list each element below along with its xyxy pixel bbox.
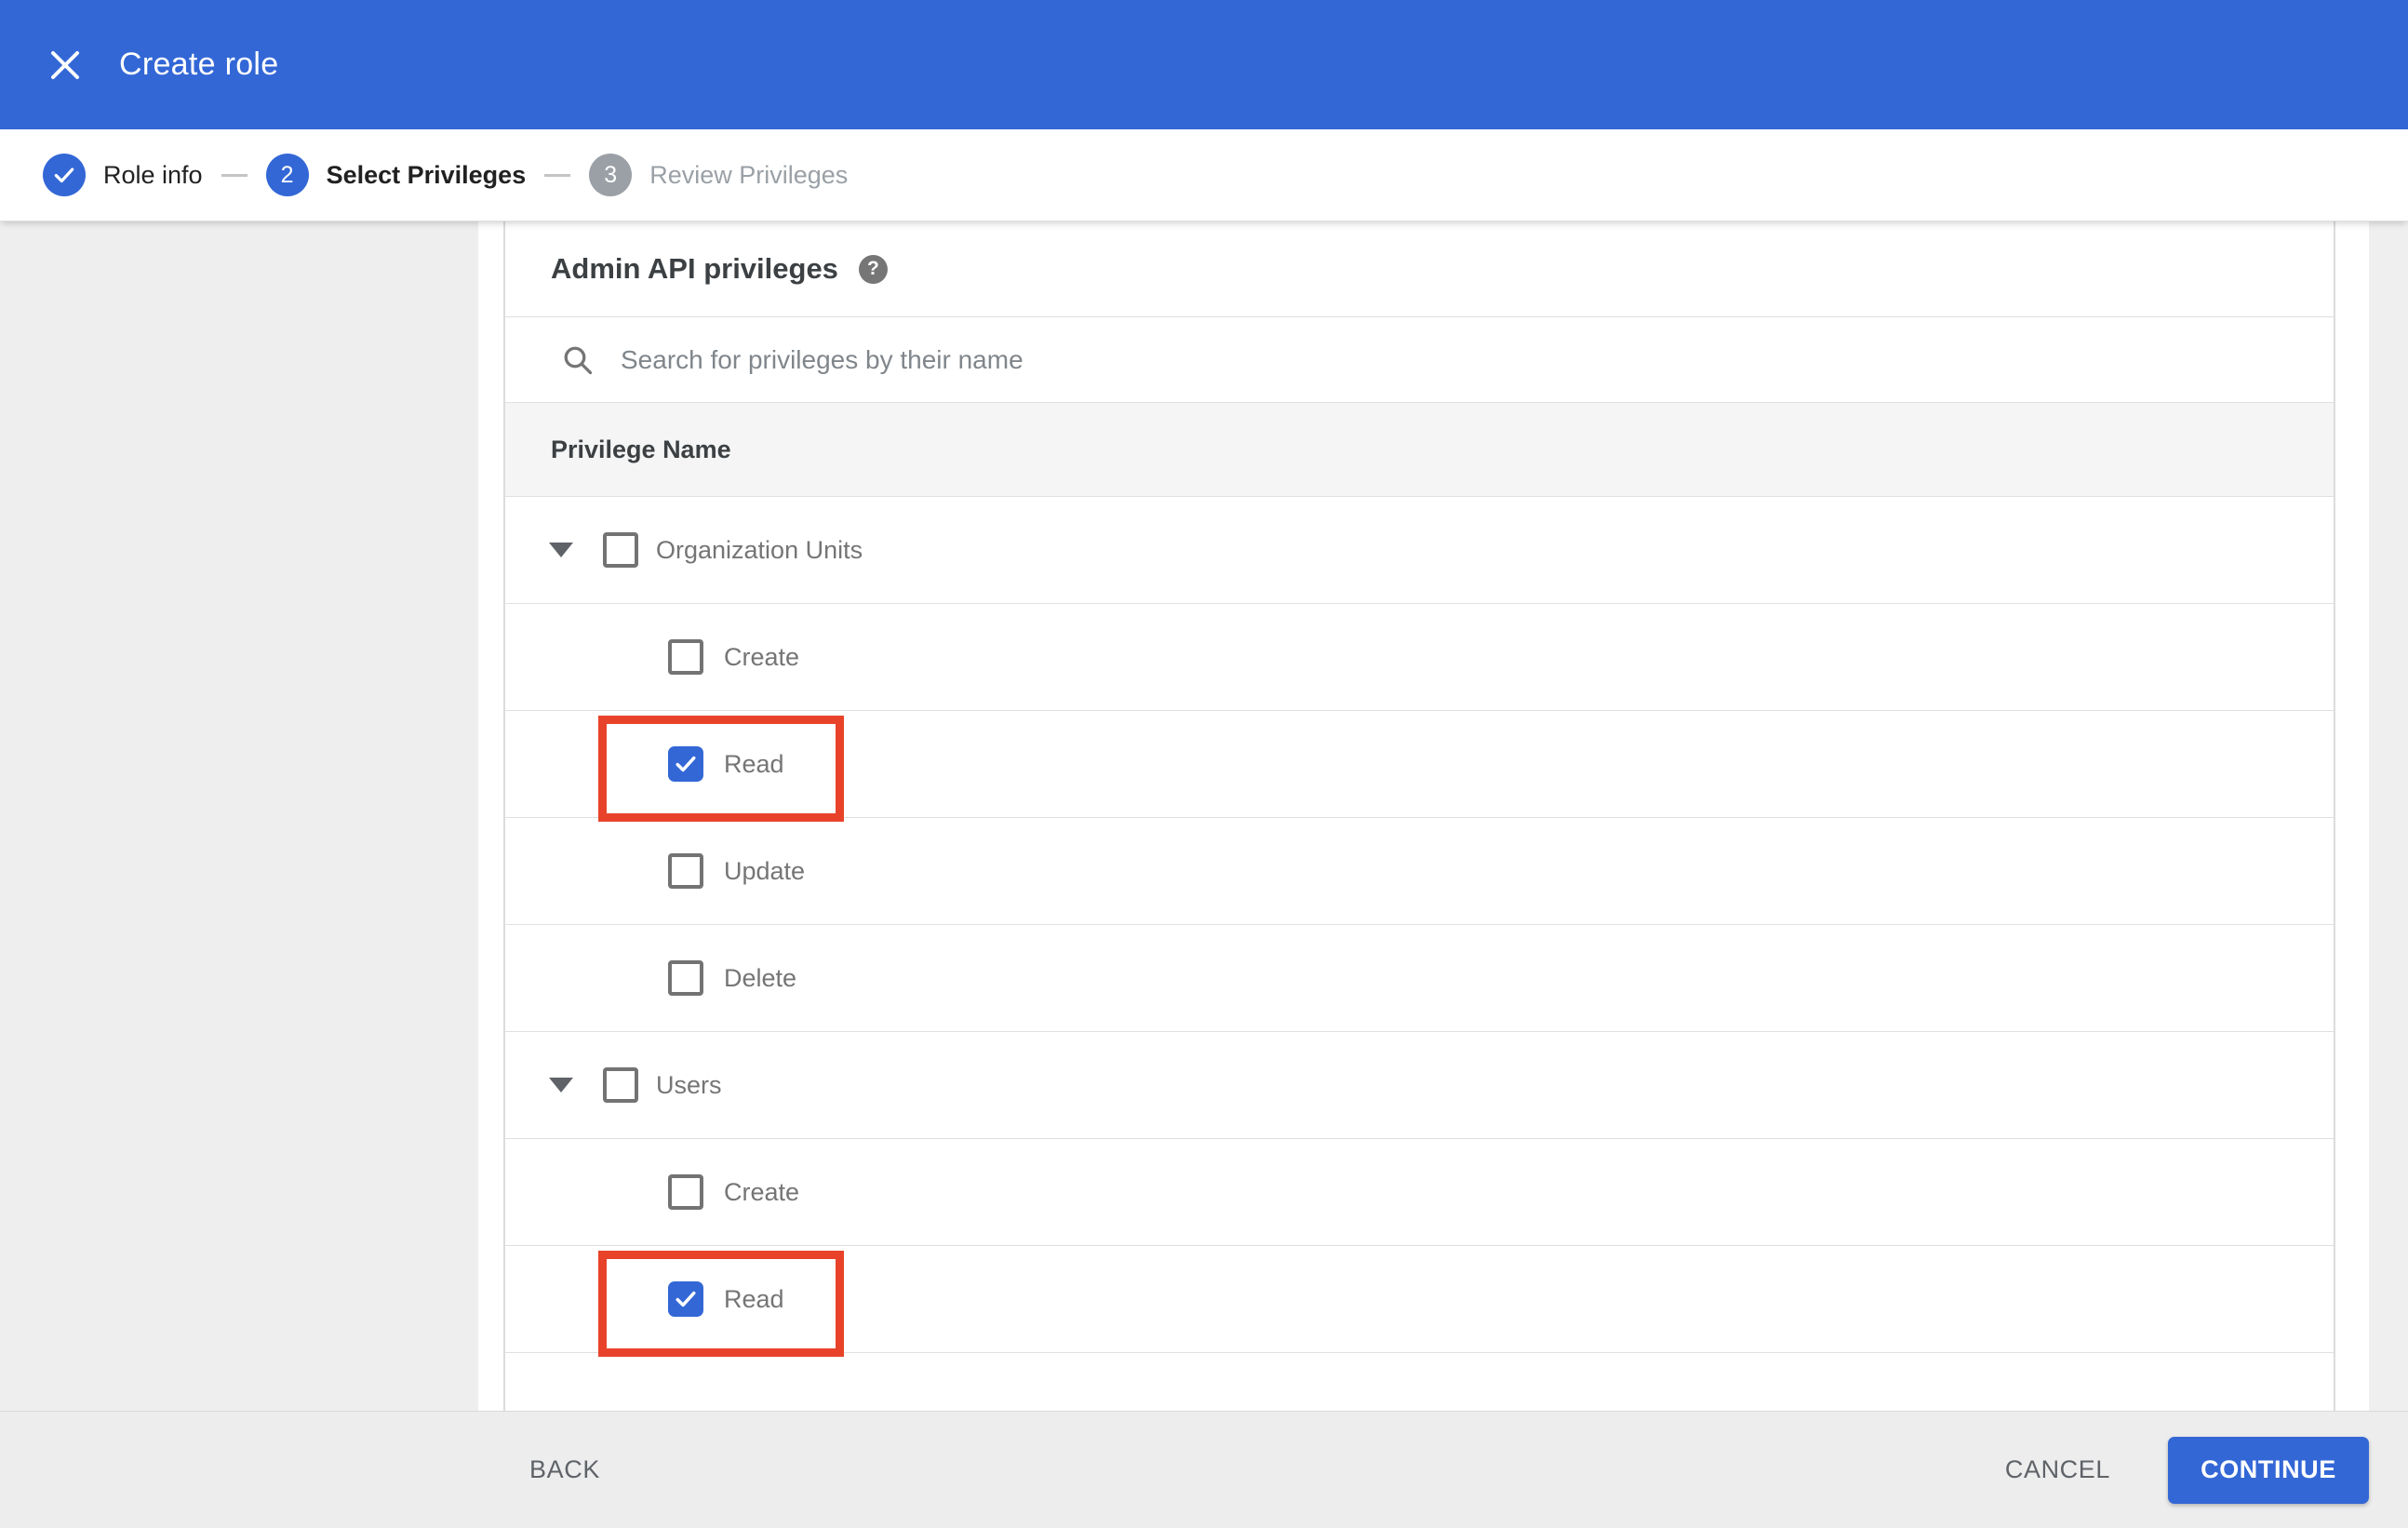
table-row-privilege: Read <box>505 711 2334 822</box>
privilege-label: Delete <box>724 963 797 992</box>
search-icon <box>564 346 593 374</box>
stepper: Role info 2 Select Privileges 3 Review P… <box>0 129 2408 221</box>
table-row-privilege: Delete <box>505 925 2334 1032</box>
create-role-dialog: Create role Role info 2 Select Privilege… <box>0 0 2408 1528</box>
right-gutter <box>2335 221 2369 1411</box>
step-done-check-icon <box>43 154 86 196</box>
highlight-box <box>598 1251 844 1357</box>
privilege-checkbox[interactable] <box>668 960 703 996</box>
privilege-checkbox[interactable] <box>668 853 703 889</box>
help-icon[interactable]: ? <box>858 254 888 284</box>
cancel-button[interactable]: CANCEL <box>2005 1455 2110 1484</box>
step-separator <box>544 173 571 177</box>
dialog-footer: BACK CANCEL CONTINUE <box>0 1411 2408 1528</box>
dialog-title: Create role <box>119 47 279 82</box>
column-header-privilege-name: Privilege Name <box>551 435 731 463</box>
privilege-label: Users <box>656 1070 722 1099</box>
privileges-table-body: Organization Units Create Read Update De… <box>505 497 2334 1357</box>
back-button[interactable]: BACK <box>529 1455 600 1484</box>
step-label: Select Privileges <box>326 160 527 189</box>
highlight-box <box>598 716 844 822</box>
privilege-checkbox[interactable] <box>603 1067 638 1103</box>
step-review-privileges[interactable]: 3 Review Privileges <box>589 154 848 196</box>
privileges-card: Admin API privileges ? Privilege Name Or… <box>503 221 2335 1411</box>
table-header-row: Privilege Name <box>505 403 2334 497</box>
continue-button[interactable]: CONTINUE <box>2168 1436 2369 1504</box>
section-heading-row: Admin API privileges ? <box>505 221 2334 317</box>
privilege-checkbox[interactable] <box>668 1174 703 1210</box>
table-row-privilege: Update <box>505 818 2334 925</box>
privilege-checkbox[interactable] <box>603 532 638 568</box>
collapse-arrow-icon[interactable] <box>549 1078 573 1092</box>
table-row-privilege: Read <box>505 1246 2334 1357</box>
step-label: Role info <box>103 160 203 189</box>
step-role-info[interactable]: Role info <box>43 154 203 196</box>
left-gutter <box>478 221 503 1411</box>
privilege-checkbox[interactable] <box>668 639 703 675</box>
table-row-group: Users <box>505 1032 2334 1139</box>
dialog-header: Create role <box>0 0 2408 129</box>
table-row-privilege: Create <box>505 604 2334 711</box>
left-panel <box>0 221 478 1411</box>
collapse-arrow-icon[interactable] <box>549 543 573 557</box>
close-icon[interactable] <box>39 39 91 91</box>
table-row-privilege: Create <box>505 1139 2334 1246</box>
section-title: Admin API privileges <box>551 252 838 285</box>
step-label: Review Privileges <box>649 160 849 189</box>
step-number: 3 <box>589 154 633 196</box>
privilege-label: Update <box>724 856 806 885</box>
privilege-label: Organization Units <box>656 535 863 564</box>
scrollbar-track[interactable] <box>2369 221 2408 1411</box>
step-number: 2 <box>265 154 309 196</box>
privilege-search-row <box>505 317 2334 403</box>
step-separator <box>221 173 247 177</box>
table-row-group: Organization Units <box>505 497 2334 604</box>
privilege-label: Create <box>724 1177 800 1206</box>
privilege-label: Create <box>724 642 800 671</box>
dialog-body: Admin API privileges ? Privilege Name Or… <box>0 221 2408 1411</box>
step-select-privileges[interactable]: 2 Select Privileges <box>265 154 527 196</box>
search-input[interactable] <box>621 317 2334 402</box>
